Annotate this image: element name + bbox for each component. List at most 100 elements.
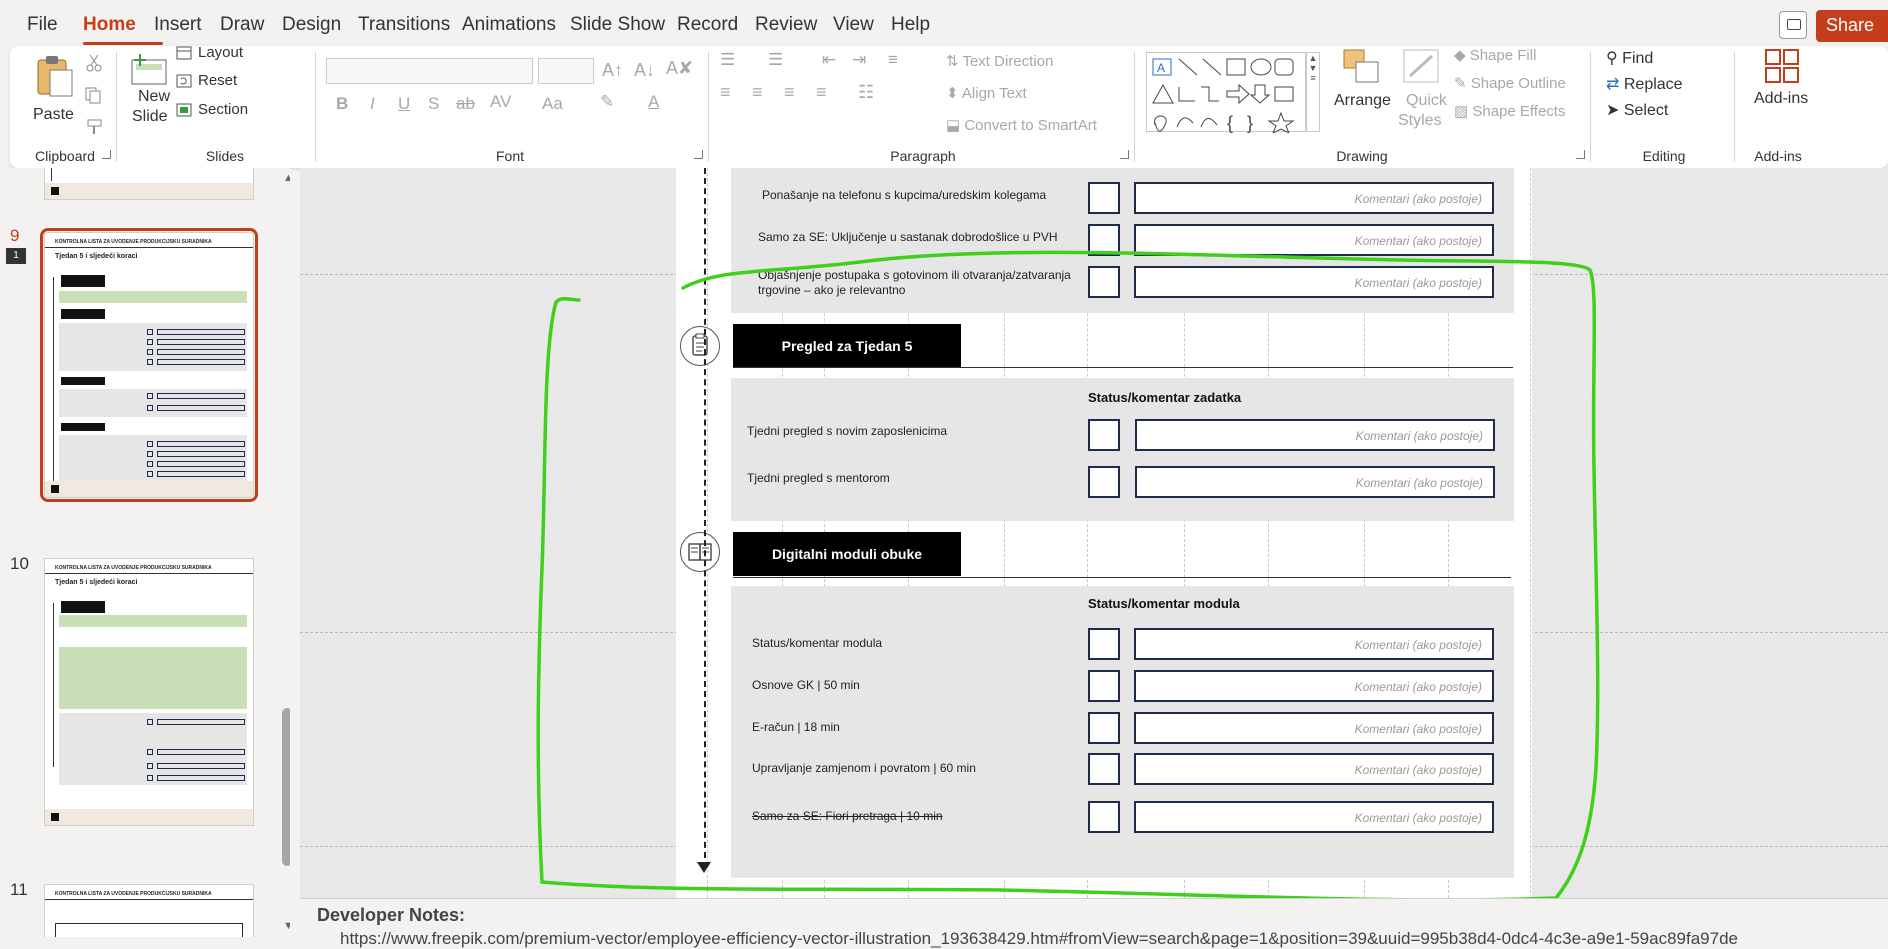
- comment-field[interactable]: Komentari (ako postoje): [1135, 419, 1495, 451]
- shapes-scroll[interactable]: ▲ ▼ ≡: [1306, 52, 1320, 132]
- task-checkbox[interactable]: [1088, 628, 1120, 660]
- tab-review[interactable]: Review: [755, 14, 817, 36]
- comment-field[interactable]: Komentari (ako postoje): [1135, 466, 1495, 498]
- shape-fill-button[interactable]: ◆ Shape Fill: [1454, 46, 1536, 64]
- char-spacing-icon[interactable]: AV: [490, 92, 511, 112]
- clipboard-launcher-icon[interactable]: [102, 150, 111, 159]
- task-checkbox[interactable]: [1088, 670, 1120, 702]
- tab-view[interactable]: View: [833, 14, 874, 36]
- comment-field[interactable]: Komentari (ako postoje): [1134, 266, 1494, 298]
- notes-pane[interactable]: Developer Notes: https://www.freepik.com…: [300, 898, 1888, 948]
- align-text-button[interactable]: ⬍ Align Text: [946, 84, 1027, 102]
- task-checkbox[interactable]: [1088, 466, 1120, 498]
- format-painter-icon[interactable]: [86, 118, 104, 136]
- scroll-down-icon[interactable]: ▼: [283, 920, 290, 932]
- thumb-comment: [157, 719, 245, 725]
- italic-icon[interactable]: I: [370, 94, 375, 114]
- new-slide-button[interactable]: New Slide: [126, 50, 176, 140]
- font-launcher-icon[interactable]: [694, 150, 703, 159]
- shrink-font-icon[interactable]: A↓: [634, 60, 655, 81]
- quick-styles-label-1: Quick: [1406, 92, 1447, 109]
- tab-insert[interactable]: Insert: [154, 14, 202, 36]
- comment-field[interactable]: Komentari (ako postoje): [1134, 753, 1494, 785]
- add-ins-button[interactable]: Add-ins: [1742, 48, 1822, 138]
- highlight-icon[interactable]: ✎: [600, 92, 614, 112]
- tab-design[interactable]: Design: [282, 14, 341, 36]
- text-direction-button[interactable]: ⇅ Text Direction: [946, 52, 1053, 70]
- decrease-indent-icon[interactable]: ⇤: [822, 50, 836, 70]
- shadow-icon[interactable]: S: [428, 94, 439, 114]
- strikethrough-icon[interactable]: ab: [456, 94, 475, 114]
- thumbnail-scrollbar[interactable]: [282, 708, 290, 866]
- convert-smartart-button[interactable]: ⬓ Convert to SmartArt: [946, 116, 1097, 134]
- comment-field[interactable]: Komentari (ako postoje): [1134, 801, 1494, 833]
- replace-button[interactable]: ⇄ Replace: [1606, 74, 1683, 94]
- align-center-icon[interactable]: ≡: [752, 82, 763, 103]
- select-button[interactable]: ➤ Select: [1606, 100, 1668, 120]
- task-checkbox[interactable]: [1088, 801, 1120, 833]
- quick-styles-button[interactable]: Quick Styles: [1396, 48, 1452, 138]
- clear-format-icon[interactable]: A✘: [666, 58, 693, 79]
- columns-icon[interactable]: ☷: [858, 82, 874, 103]
- comment-field[interactable]: Komentari (ako postoje): [1134, 712, 1494, 744]
- notes-link[interactable]: https://www.freepik.com/premium-vector/e…: [340, 929, 1738, 949]
- shapes-gallery[interactable]: A { }: [1146, 52, 1306, 135]
- tab-record[interactable]: Record: [677, 14, 738, 36]
- tab-slide-show[interactable]: Slide Show: [570, 14, 665, 36]
- slide-thumbnail[interactable]: KONTROLNA LISTA ZA UVODENJE PRODUKCIJSKU…: [44, 884, 254, 937]
- thumb-comment: [157, 749, 245, 755]
- task-checkbox[interactable]: [1088, 712, 1120, 744]
- find-button[interactable]: ⚲ Find: [1606, 48, 1653, 68]
- paragraph-launcher-icon[interactable]: [1120, 150, 1129, 159]
- align-right-icon[interactable]: ≡: [784, 82, 795, 103]
- task-checkbox[interactable]: [1088, 419, 1120, 451]
- comment-indicator[interactable]: 1: [6, 248, 26, 264]
- numbering-icon[interactable]: ☰: [768, 50, 783, 70]
- section-rule: [733, 367, 1513, 368]
- drawing-launcher-icon[interactable]: [1576, 150, 1585, 159]
- bullets-icon[interactable]: ☰: [720, 50, 735, 70]
- thumb-header: KONTROLNA LISTA ZA UVODENJE PRODUKCIJSKU…: [55, 891, 212, 897]
- share-button[interactable]: Share: [1816, 10, 1888, 42]
- font-color-icon[interactable]: A: [648, 92, 659, 112]
- font-size-combo[interactable]: [538, 58, 594, 84]
- comment-field[interactable]: Komentari (ako postoje): [1134, 628, 1494, 660]
- shape-effects-button[interactable]: ▨ Shape Effects: [1454, 102, 1565, 120]
- change-case-icon[interactable]: Aa: [542, 94, 563, 114]
- arrange-button[interactable]: Arrange: [1332, 48, 1392, 138]
- tab-animations[interactable]: Animations: [462, 14, 556, 36]
- comments-button[interactable]: [1779, 11, 1807, 39]
- bold-icon[interactable]: B: [336, 94, 348, 114]
- comment-field[interactable]: Komentari (ako postoje): [1134, 670, 1494, 702]
- tab-home[interactable]: Home: [83, 14, 136, 36]
- task-checkbox[interactable]: [1088, 182, 1120, 214]
- scroll-up-icon[interactable]: ▲: [283, 172, 290, 184]
- task-checkbox[interactable]: [1088, 753, 1120, 785]
- paste-button[interactable]: Paste: [32, 54, 78, 134]
- line-spacing-icon[interactable]: ≡: [888, 50, 898, 70]
- thumb-footer: [45, 809, 253, 825]
- comment-field[interactable]: Komentari (ako postoje): [1134, 224, 1494, 256]
- copy-icon[interactable]: [84, 86, 104, 104]
- slide-thumbnail[interactable]: [44, 168, 254, 200]
- tab-file[interactable]: File: [27, 14, 58, 36]
- tab-draw[interactable]: Draw: [220, 14, 264, 36]
- align-left-icon[interactable]: ≡: [720, 82, 731, 103]
- slide[interactable]: Ponašanje na telefonu s kupcima/uredskim…: [676, 168, 1532, 898]
- slide-thumbnail-selected[interactable]: KONTROLNA LISTA ZA UVODENJE PRODUKCIJSKU…: [40, 228, 258, 502]
- increase-indent-icon[interactable]: ⇥: [852, 50, 866, 70]
- task-checkbox[interactable]: [1088, 224, 1120, 256]
- slide-thumbnail[interactable]: KONTROLNA LISTA ZA UVODENJE PRODUKCIJSKU…: [44, 558, 254, 826]
- task-checkbox[interactable]: [1088, 266, 1120, 298]
- tab-help[interactable]: Help: [891, 14, 930, 36]
- thumb-section-head: [61, 377, 105, 385]
- tab-transitions[interactable]: Transitions: [358, 14, 450, 36]
- underline-icon[interactable]: U: [398, 94, 410, 114]
- comment-field[interactable]: Komentari (ako postoje): [1134, 182, 1494, 214]
- divider: [708, 52, 709, 162]
- font-name-combo[interactable]: [326, 58, 533, 84]
- grow-font-icon[interactable]: A↑: [602, 60, 623, 81]
- cut-icon[interactable]: [86, 54, 102, 72]
- shape-outline-button[interactable]: ✎ Shape Outline: [1454, 74, 1566, 92]
- justify-icon[interactable]: ≡: [816, 82, 827, 103]
